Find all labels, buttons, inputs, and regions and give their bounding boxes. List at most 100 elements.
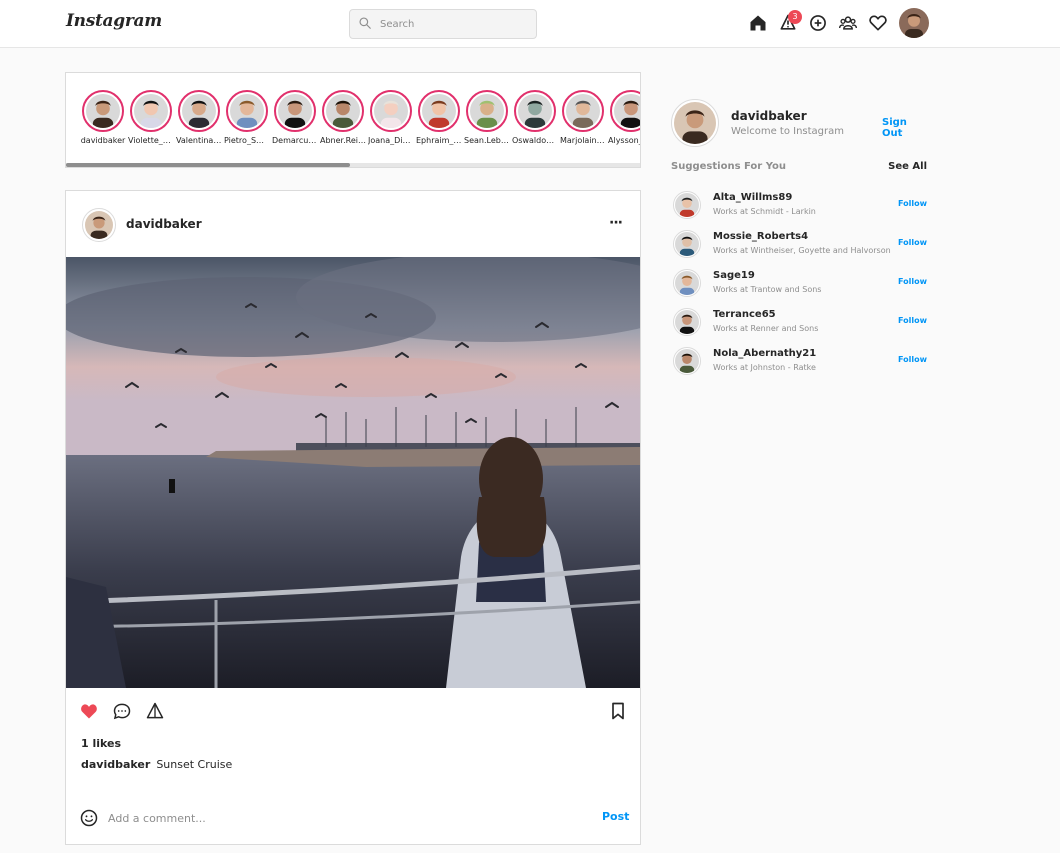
story-item[interactable]: Marjolaine_Ward: [560, 90, 606, 145]
suggestion-subtitle: Works at Johnston - Ratke: [713, 363, 816, 372]
story-username: Ephraim_Kub: [416, 136, 462, 145]
suggestion-username[interactable]: Alta_Willms89: [713, 192, 792, 203]
story-avatar[interactable]: [226, 90, 268, 132]
story-item[interactable]: Demarcus_Howe: [272, 90, 318, 145]
post-header: davidbaker ···: [66, 191, 640, 257]
search-input[interactable]: [380, 18, 520, 30]
suggestion-username[interactable]: Nola_Abernathy21: [713, 348, 816, 359]
story-avatar[interactable]: [274, 90, 316, 132]
story-avatar[interactable]: [562, 90, 604, 132]
story-username: Joana_Dietrich: [368, 136, 414, 145]
instagram-logo[interactable]: Instagram: [66, 11, 162, 31]
suggestion-item: Alta_Willms89 Works at Schmidt - Larkin Fo…: [671, 189, 929, 228]
story-item[interactable]: Violette_Bosco: [128, 90, 174, 145]
suggestions-list: Alta_Willms89 Works at Schmidt - Larkin Fo…: [671, 189, 929, 384]
suggestions-header: Suggestions For You See All: [671, 161, 929, 175]
top-nav-bar: Instagram 3: [0, 0, 1060, 48]
suggestions-title: Suggestions For You: [671, 161, 787, 172]
story-item[interactable]: Valentina_Moore: [176, 90, 222, 145]
follow-button[interactable]: Follow: [898, 238, 927, 247]
profile-avatar[interactable]: [899, 8, 929, 38]
story-username: Alysson_Ryan: [608, 136, 640, 145]
story-username: Abner.Reilly: [320, 136, 366, 145]
story-item[interactable]: Alysson_Ryan: [608, 90, 640, 145]
home-icon[interactable]: [748, 13, 768, 33]
story-username: Pietro_Smith: [224, 136, 270, 145]
story-avatar[interactable]: [514, 90, 556, 132]
story-username: Demarcus_Howe: [272, 136, 318, 145]
smile-icon[interactable]: [79, 808, 99, 828]
suggestion-subtitle: Works at Trantow and Sons: [713, 285, 822, 294]
suggestion-username[interactable]: Terrance65: [713, 309, 776, 320]
story-avatar[interactable]: [610, 90, 640, 132]
search-icon: [358, 15, 372, 34]
post-actions: [66, 699, 640, 725]
suggestion-subtitle: Works at Renner and Sons: [713, 324, 819, 333]
feed-post: davidbaker ··· 1 likes davidbaker Sunset…: [65, 190, 641, 845]
story-username: Sean.Lebsack: [464, 136, 510, 145]
sign-out-button[interactable]: Sign Out: [882, 117, 929, 139]
suggestion-avatar[interactable]: [673, 269, 701, 297]
story-item[interactable]: Pietro_Smith: [224, 90, 270, 145]
suggestion-avatar[interactable]: [673, 308, 701, 336]
heart-filled-icon[interactable]: [79, 701, 99, 721]
story-username: davidbaker: [80, 136, 126, 145]
current-user-subtitle: Welcome to Instagram: [731, 126, 845, 137]
story-avatar[interactable]: [370, 90, 412, 132]
bookmark-icon[interactable]: [608, 701, 628, 721]
suggestion-subtitle: Works at Wintheiser, Goyette and Halvors…: [713, 246, 891, 255]
more-icon[interactable]: ···: [609, 215, 623, 231]
follow-button[interactable]: Follow: [898, 355, 927, 364]
notification-badge: 3: [788, 10, 802, 24]
share-icon[interactable]: [145, 701, 165, 721]
suggestion-username[interactable]: Mossie_Roberts4: [713, 231, 808, 242]
stories-scrollbar-thumb[interactable]: [66, 163, 350, 167]
post-author-avatar[interactable]: [82, 208, 116, 242]
post-username[interactable]: davidbaker: [126, 217, 202, 231]
add-icon[interactable]: [808, 13, 828, 33]
story-username: Marjolaine_Ward: [560, 136, 606, 145]
story-item[interactable]: Abner.Reilly: [320, 90, 366, 145]
story-avatar[interactable]: [322, 90, 364, 132]
story-track: davidbakerViolette_BoscoValentina_MooreP…: [80, 90, 640, 145]
current-user-name[interactable]: davidbaker: [731, 109, 807, 123]
suggestion-avatar[interactable]: [673, 230, 701, 258]
current-user-card: davidbaker Welcome to Instagram Sign Out: [671, 99, 929, 149]
suggestion-item: Nola_Abernathy21 Works at Johnston - Ratk…: [671, 345, 929, 384]
story-item[interactable]: Ephraim_Kub: [416, 90, 462, 145]
suggestion-item: Terrance65 Works at Renner and Sons Follow: [671, 306, 929, 345]
story-item[interactable]: Joana_Dietrich: [368, 90, 414, 145]
story-username: Violette_Bosco: [128, 136, 174, 145]
post-image[interactable]: [66, 257, 640, 688]
add-comment-row: Post: [66, 796, 640, 844]
story-avatar[interactable]: [178, 90, 220, 132]
see-all-link[interactable]: See All: [888, 161, 927, 172]
heart-outline-icon[interactable]: [868, 13, 888, 33]
stories-bar: davidbakerViolette_BoscoValentina_MooreP…: [65, 72, 641, 168]
story-item[interactable]: Oswaldo_Kris: [512, 90, 558, 145]
suggestion-avatar[interactable]: [673, 191, 701, 219]
comment-input[interactable]: [108, 808, 578, 828]
story-avatar[interactable]: [466, 90, 508, 132]
follow-button[interactable]: Follow: [898, 316, 927, 325]
search-box[interactable]: [349, 9, 537, 39]
story-item[interactable]: davidbaker: [80, 90, 126, 145]
follow-button[interactable]: Follow: [898, 277, 927, 286]
comment-icon[interactable]: [112, 701, 132, 721]
caption-text: Sunset Cruise: [156, 758, 233, 771]
story-avatar[interactable]: [418, 90, 460, 132]
suggestion-username[interactable]: Sage19: [713, 270, 755, 281]
people-icon[interactable]: [838, 13, 858, 33]
follow-button[interactable]: Follow: [898, 199, 927, 208]
story-item[interactable]: Sean.Lebsack: [464, 90, 510, 145]
stories-scrollbar[interactable]: [66, 163, 640, 167]
caption-username[interactable]: davidbaker: [81, 758, 150, 771]
suggestion-item: Mossie_Roberts4 Works at Wintheiser, Goye…: [671, 228, 929, 267]
story-avatar[interactable]: [82, 90, 124, 132]
story-username: Valentina_Moore: [176, 136, 222, 145]
post-comment-button[interactable]: Post: [602, 810, 629, 823]
suggestion-avatar[interactable]: [673, 347, 701, 375]
current-user-avatar[interactable]: [671, 99, 719, 147]
likes-count: 1 likes: [81, 737, 122, 750]
story-avatar[interactable]: [130, 90, 172, 132]
